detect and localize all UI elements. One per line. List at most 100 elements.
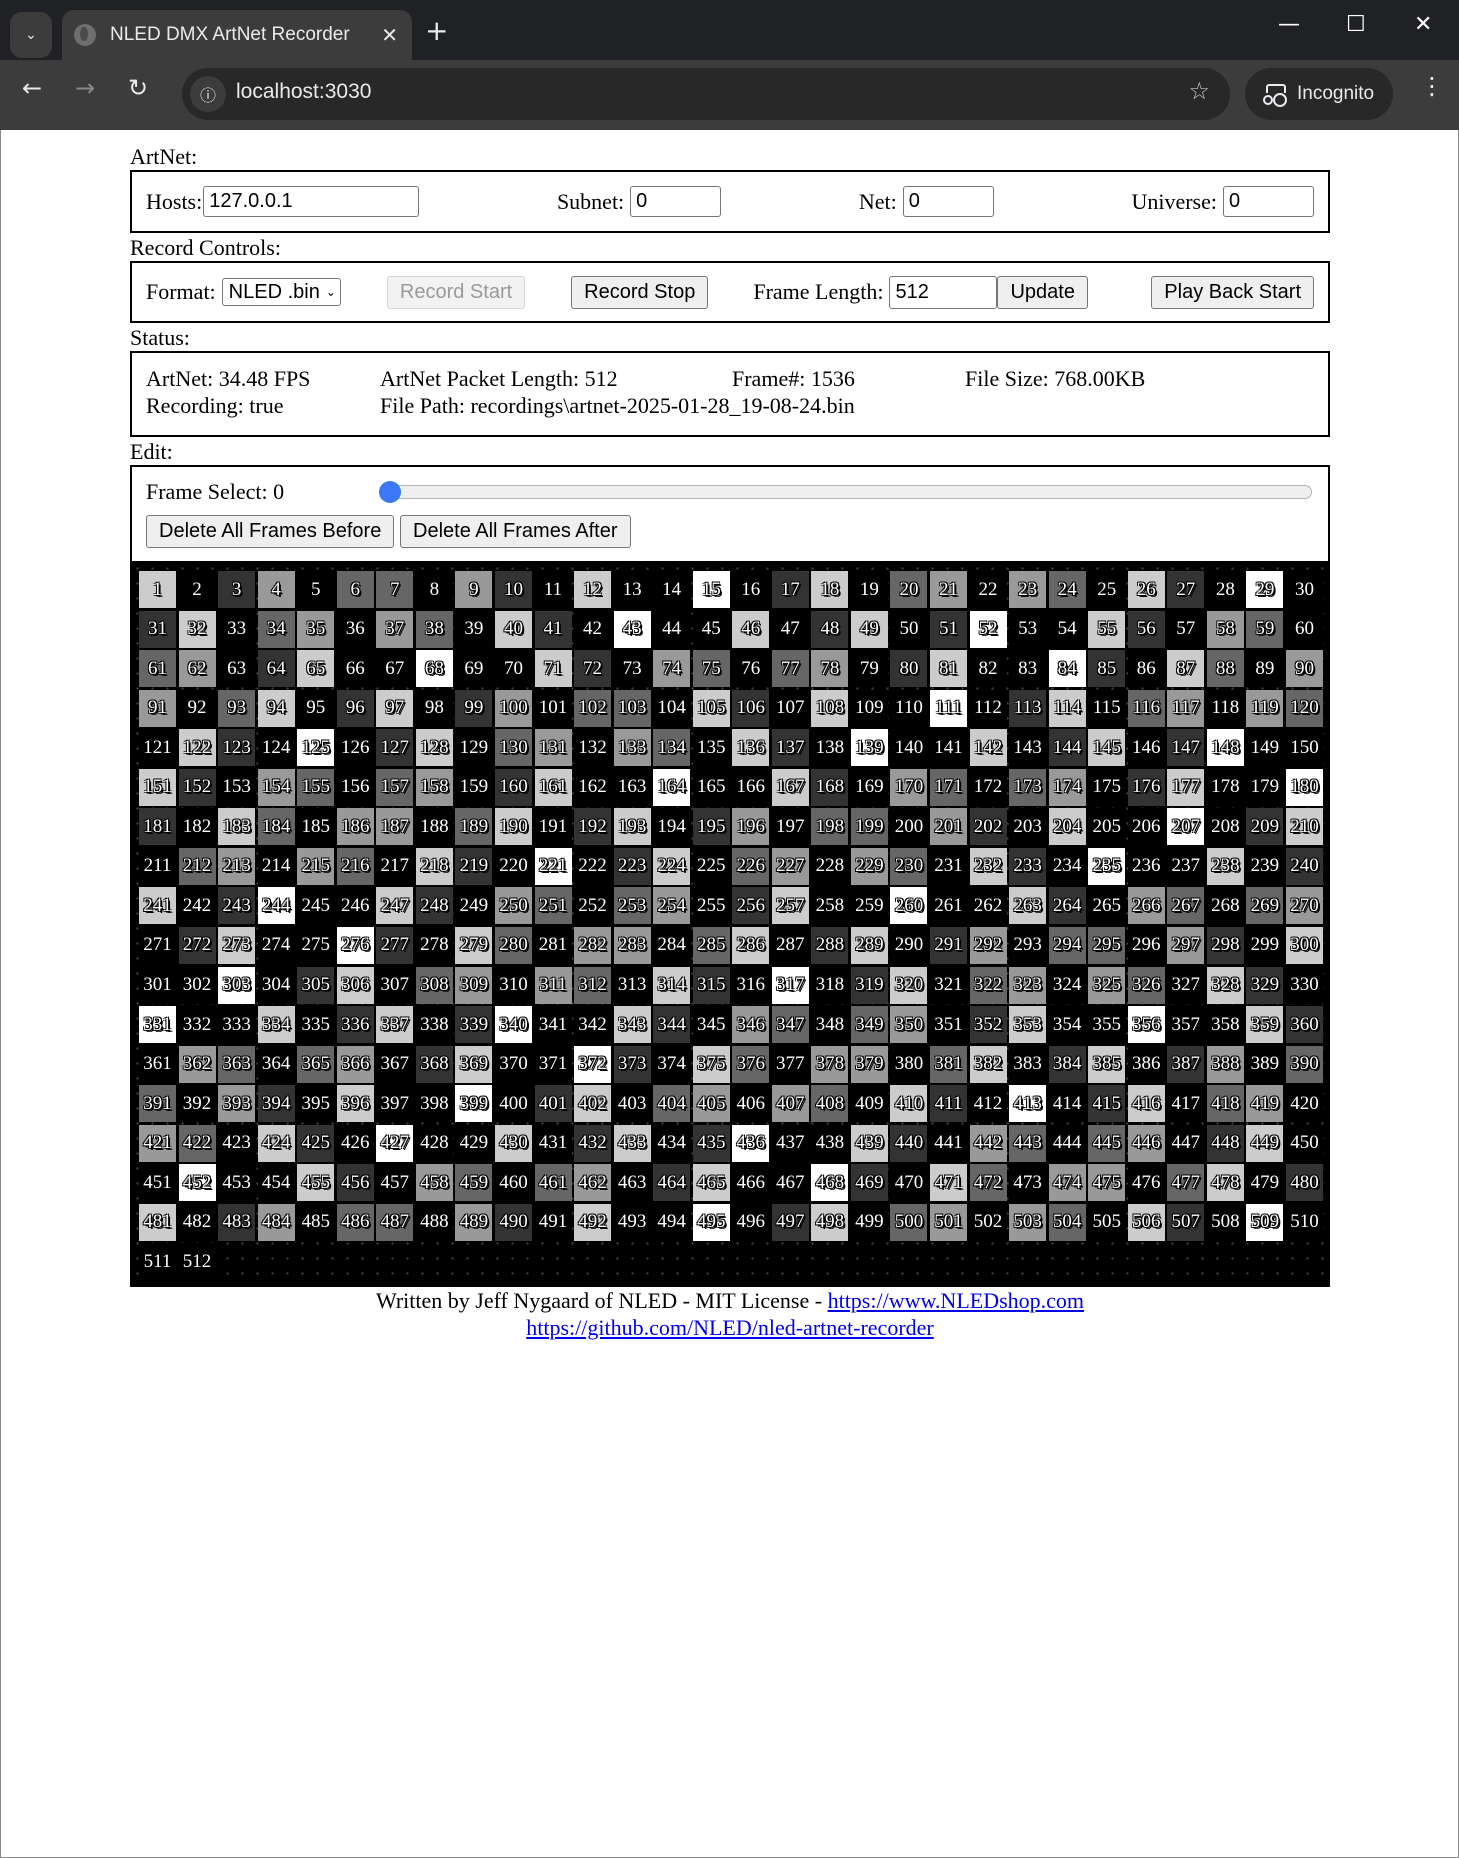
channel-cell: 98: [415, 689, 453, 727]
channel-number: 202: [973, 815, 1003, 837]
site-info-icon[interactable]: ⓘ: [190, 76, 226, 112]
channel-number: 298: [1211, 934, 1240, 956]
channel-cell: 267: [1167, 887, 1205, 925]
github-link[interactable]: https://github.com/NLED/nled-artnet-reco…: [526, 1315, 933, 1340]
back-icon[interactable]: ←: [22, 74, 42, 102]
channel-cell: 444: [1048, 1124, 1086, 1162]
channel-number: 381: [934, 1053, 963, 1075]
channel-number: 275: [301, 934, 330, 956]
channel-number: 414: [1052, 1092, 1082, 1114]
universe-label: Universe:: [1131, 188, 1217, 214]
channel-cell: 10: [494, 571, 532, 608]
channel-cell: 493: [613, 1203, 651, 1241]
forward-icon[interactable]: →: [75, 74, 95, 102]
channel-cell: 200: [890, 808, 928, 846]
channel-cell: 193: [613, 808, 651, 846]
channel-number: 79: [859, 657, 879, 679]
channel-number: 324: [1052, 974, 1082, 995]
channel-cell: 36: [336, 610, 374, 648]
minimize-icon[interactable]: —: [1278, 12, 1300, 37]
channel-number: 321: [934, 974, 963, 995]
address-bar[interactable]: ⓘ localhost:3030 ☆: [182, 68, 1230, 120]
delete-frames-after-button[interactable]: Delete All Frames After: [400, 515, 631, 548]
close-window-icon[interactable]: ✕: [1414, 12, 1432, 37]
channel-cell: 56: [1127, 610, 1165, 648]
playback-start-button[interactable]: Play Back Start: [1151, 275, 1314, 309]
frame-select-slider[interactable]: [379, 481, 1312, 503]
channel-cell: 355: [1088, 1006, 1126, 1044]
channel-cell: 319: [850, 966, 888, 1004]
channel-cell: 352: [969, 1006, 1007, 1044]
channel-cell: 77: [771, 650, 809, 688]
channel-cell: 449: [1246, 1124, 1284, 1162]
channel-cell: 339: [455, 1006, 493, 1044]
url-text[interactable]: localhost:3030: [236, 80, 371, 104]
channel-cell: 300: [1285, 926, 1323, 964]
channel-number: 509: [1250, 1211, 1280, 1233]
channel-cell: 383: [1009, 1045, 1047, 1083]
channel-cell: 187: [376, 808, 414, 846]
channel-number: 3: [231, 578, 242, 600]
tab-search-button[interactable]: ⌄: [10, 12, 52, 58]
browser-menu-icon[interactable]: ⋮: [1420, 72, 1444, 100]
channel-cell: 481: [139, 1203, 176, 1241]
delete-frames-before-button[interactable]: Delete All Frames Before: [146, 515, 395, 548]
channel-cell: 51: [930, 610, 967, 648]
channel-cell: 451: [139, 1164, 176, 1202]
channel-cell: 363: [218, 1045, 256, 1083]
frame-select-slider-thumb[interactable]: [379, 481, 401, 503]
browser-tab[interactable]: NLED DMX ArtNet Recorder ✕: [62, 10, 412, 60]
maximize-icon[interactable]: ☐: [1346, 12, 1366, 37]
channel-cell: 371: [534, 1045, 572, 1083]
channel-number: 343: [617, 1013, 647, 1035]
reload-icon[interactable]: ↻: [128, 74, 148, 102]
net-input[interactable]: [902, 186, 994, 217]
channel-cell: 312: [574, 966, 612, 1004]
channel-number: 199: [855, 815, 884, 837]
channel-number: 156: [341, 776, 370, 798]
channel-number: 77: [780, 657, 800, 679]
channel-number: 351: [934, 1013, 963, 1035]
channel-cell: 501: [930, 1203, 967, 1241]
channel-number: 379: [855, 1053, 884, 1075]
channel-number: 12: [583, 578, 603, 600]
channel-cell: 46: [732, 610, 770, 648]
channel-cell: 114: [1048, 689, 1086, 727]
channel-number: 72: [583, 657, 603, 679]
channel-number: 14: [662, 578, 682, 600]
bookmark-star-icon[interactable]: ☆: [1188, 77, 1210, 105]
universe-input[interactable]: [1222, 186, 1314, 217]
channel-number: 418: [1211, 1092, 1240, 1114]
channel-cell: 381: [930, 1045, 967, 1083]
close-tab-icon[interactable]: ✕: [381, 23, 398, 47]
channel-cell: 382: [969, 1045, 1007, 1083]
nledshop-link[interactable]: https://www.NLEDshop.com: [828, 1288, 1084, 1313]
channel-number: 333: [222, 1013, 251, 1035]
new-tab-button[interactable]: +: [425, 14, 448, 47]
channel-number: 61: [148, 657, 167, 679]
channel-number: 162: [578, 776, 607, 798]
channel-cell: 318: [811, 966, 849, 1004]
channel-cell: 376: [732, 1045, 770, 1083]
channel-number: 86: [1136, 657, 1156, 679]
hosts-input[interactable]: [203, 186, 420, 217]
incognito-badge[interactable]: Incognito: [1245, 68, 1393, 120]
format-select[interactable]: NLED .bin ⌄: [221, 278, 341, 306]
channel-cell: 321: [930, 966, 967, 1004]
subnet-input[interactable]: [630, 186, 722, 217]
channel-number: 393: [222, 1092, 251, 1114]
channel-cell: 157: [376, 768, 414, 806]
frame-length-input[interactable]: [889, 275, 998, 309]
update-button[interactable]: Update: [997, 275, 1088, 309]
channel-number: 98: [424, 697, 444, 719]
record-start-button[interactable]: Record Start: [386, 275, 526, 309]
channel-cell: 195: [692, 808, 730, 846]
channel-cell: 306: [336, 966, 374, 1004]
channel-number: 53: [1018, 618, 1038, 640]
status-box: ArtNet: 34.48 FPS ArtNet Packet Length: …: [130, 351, 1330, 437]
record-stop-button[interactable]: Record Stop: [571, 275, 709, 309]
channel-cell: 468: [811, 1164, 849, 1202]
channel-number: 510: [1290, 1211, 1319, 1233]
channel-number: 160: [499, 776, 528, 798]
channel-number: 355: [1092, 1013, 1121, 1035]
